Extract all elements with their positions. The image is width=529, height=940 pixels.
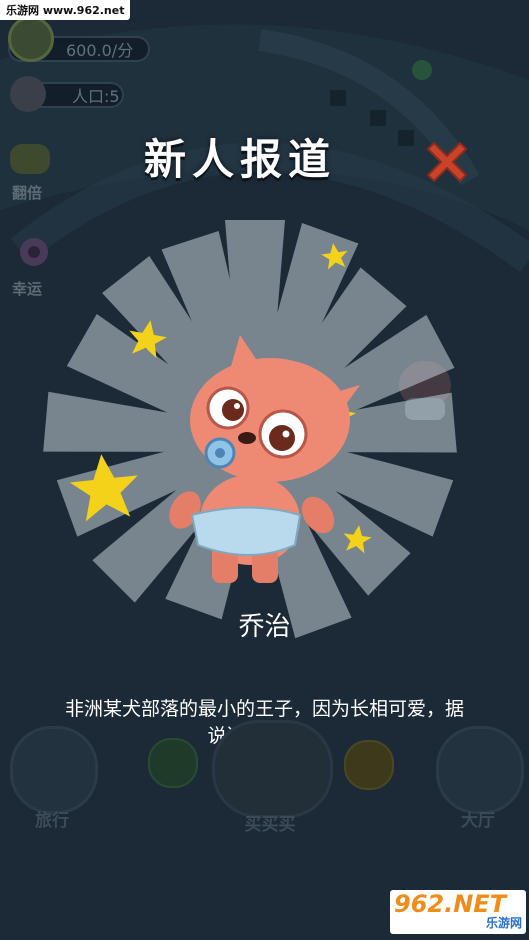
nav-lobby-button[interactable]: 大厅 [432, 722, 524, 832]
ship-icon [436, 726, 524, 814]
nav-shop-label: 买买买 [244, 815, 296, 835]
site-watermark: 乐游网 www.962.net [0, 0, 131, 20]
popup-title: 新人报道 [143, 135, 336, 184]
nav-lobby-label: 大厅 [461, 811, 495, 831]
nav-upgrade-left[interactable] [148, 738, 198, 788]
close-icon[interactable] [420, 135, 474, 189]
nav-travel-button[interactable]: 旅行 [6, 722, 98, 832]
site-logo-watermark: 962.NET 乐游网 [390, 890, 526, 934]
anchor-icon [10, 726, 98, 814]
nav-upgrade-right[interactable] [344, 740, 394, 790]
star-icon [67, 450, 143, 523]
character-name: 乔治 [238, 612, 291, 642]
george-character [169, 335, 360, 583]
star-icon [319, 241, 350, 271]
site-logo-sub: 乐游网 [485, 916, 522, 930]
nav-shop-button[interactable]: 买买买 [202, 720, 337, 840]
site-logo-main: 962.NET [394, 890, 507, 918]
nav-travel-label: 旅行 [35, 811, 69, 831]
shop-icon [212, 720, 333, 818]
